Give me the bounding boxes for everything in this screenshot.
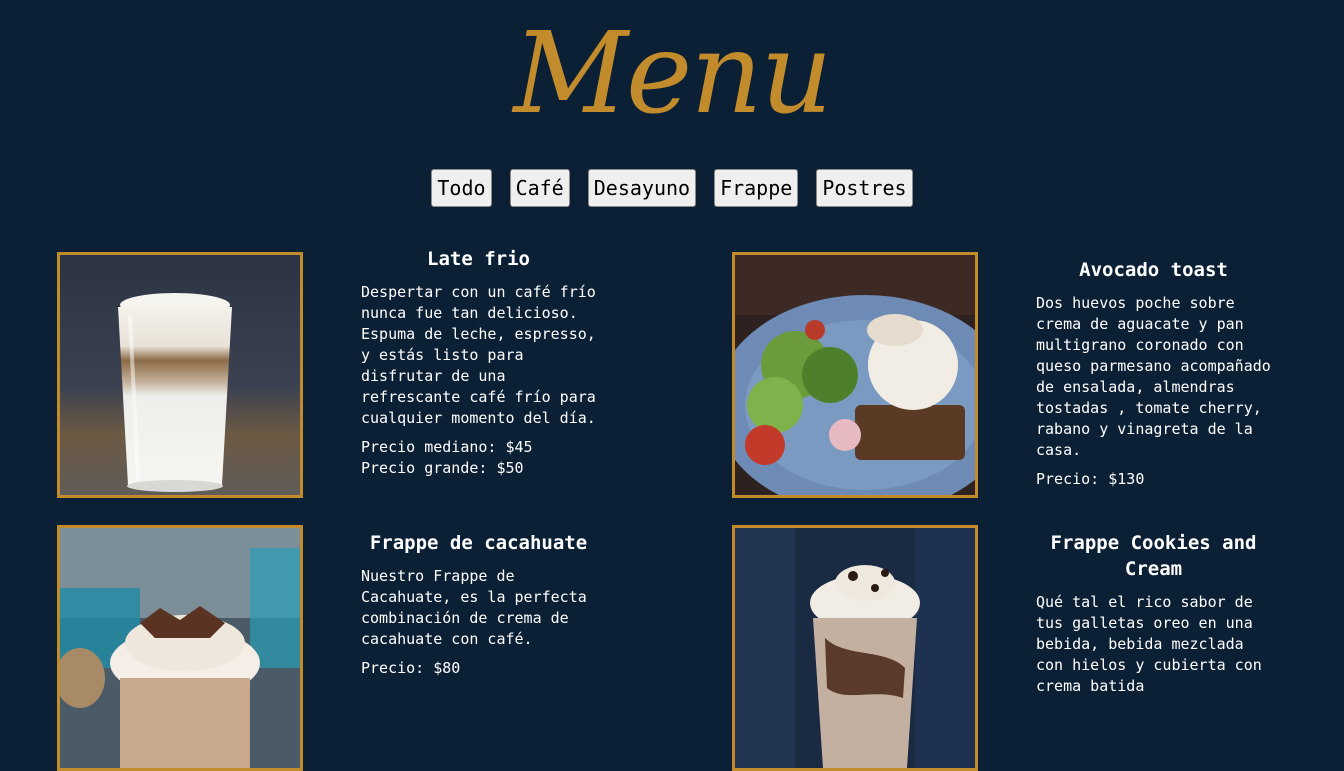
menu-item-price: Precio grande: $50 <box>361 459 524 477</box>
menu-item-description: Dos huevos poche sobre crema de aguacate… <box>1036 294 1271 459</box>
menu-item-title: Late frio <box>427 248 530 270</box>
page-title: Menu <box>513 9 832 139</box>
menu-item-price: Precio: $130 <box>1036 470 1145 488</box>
filter-frappe-button[interactable]: Frappe <box>714 169 799 207</box>
menu-item-image <box>57 252 303 498</box>
menu-item-image <box>732 525 978 771</box>
filter-postres-button[interactable]: Postres <box>816 169 913 207</box>
menu-item-price: Precio mediano: $45 <box>361 438 533 456</box>
menu-item-description: Despertar con un café frío nunca fue tan… <box>361 283 596 427</box>
category-filter-bar: Todo Café Desayuno Frappe Postres <box>0 169 1344 207</box>
menu-item-price: Precio: $80 <box>361 659 461 677</box>
menu-item-title: Avocado toast <box>1079 259 1228 281</box>
menu-item-image <box>732 252 978 498</box>
menu-item-image <box>57 525 303 771</box>
filter-cafe-button[interactable]: Café <box>509 169 570 207</box>
menu-item-description: Qué tal el rico sabor de tus galletas or… <box>1036 593 1262 695</box>
filter-todo-button[interactable]: Todo <box>431 169 492 207</box>
menu-item-description: Nuestro Frappe de Cacahuate, es la perfe… <box>361 567 587 648</box>
menu-item-title: Frappe de cacahuate <box>369 532 588 554</box>
filter-desayuno-button[interactable]: Desayuno <box>587 169 697 207</box>
menu-item-title: Frappe Cookies and Cream <box>1050 532 1257 580</box>
